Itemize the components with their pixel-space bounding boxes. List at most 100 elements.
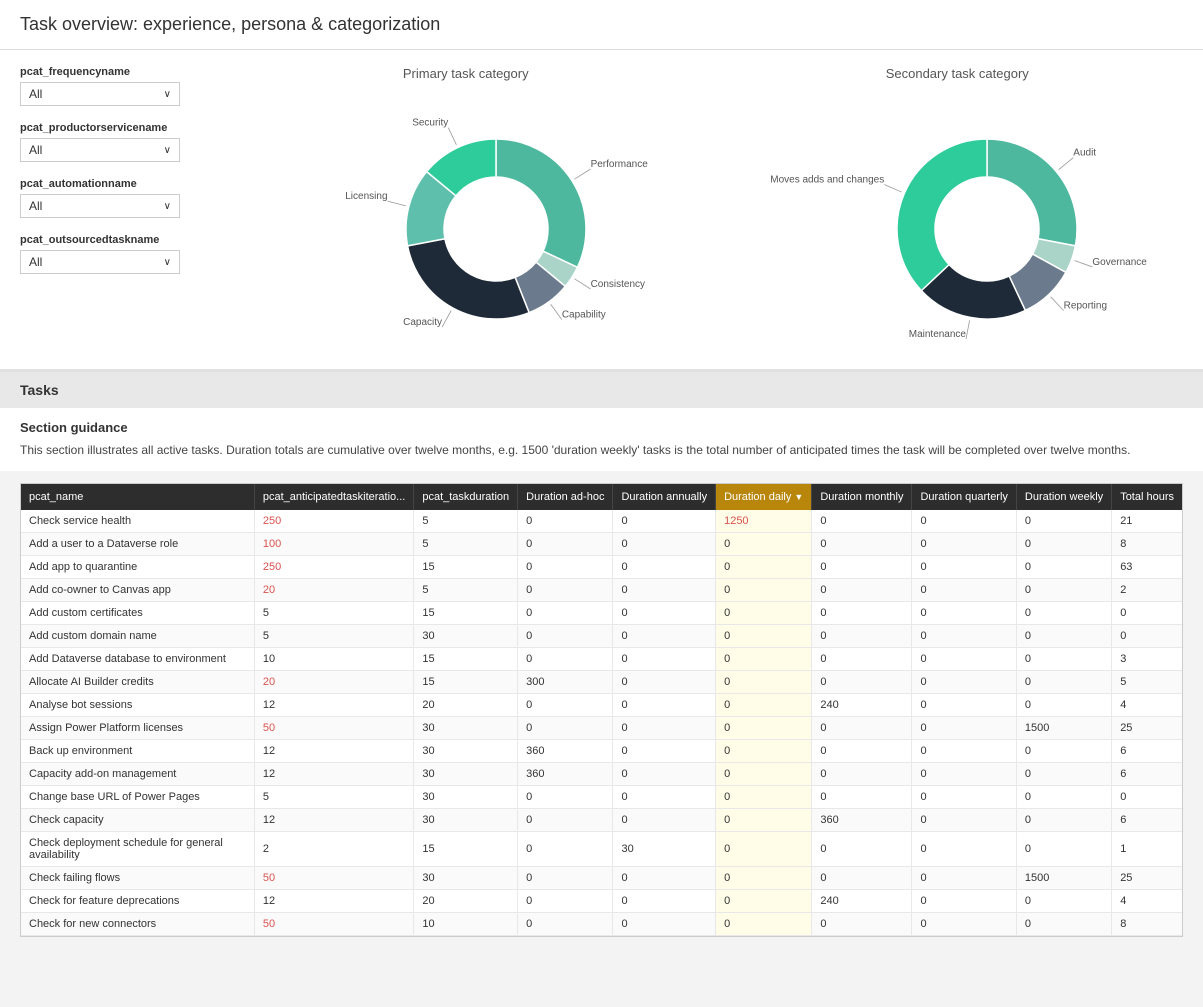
table-cell: 0 xyxy=(716,786,812,809)
table-cell: 12 xyxy=(254,809,413,832)
col-header-pcat_anticipatedtaskiteratio[interactable]: pcat_anticipatedtaskiteratio... xyxy=(254,484,413,510)
table-cell: 0 xyxy=(1016,832,1111,867)
filter-label-pcat_productorservicename: pcat_productorservicename xyxy=(20,122,220,134)
table-cell: 0 xyxy=(518,533,613,556)
table-cell: 0 xyxy=(613,694,716,717)
table-cell: 0 xyxy=(912,740,1016,763)
table-cell: 0 xyxy=(518,890,613,913)
table-cell: 0 xyxy=(1016,579,1111,602)
table-cell: 10 xyxy=(254,648,413,671)
table-cell: 0 xyxy=(1112,625,1182,648)
table-cell: 0 xyxy=(716,809,812,832)
table-cell: 0 xyxy=(518,786,613,809)
table-cell: 30 xyxy=(414,717,518,740)
filter-select-pcat_automationname[interactable]: All∨ xyxy=(20,194,180,218)
filter-select-pcat_outsourcedtaskname[interactable]: All∨ xyxy=(20,250,180,274)
col-header-pcat_taskduration[interactable]: pcat_taskduration xyxy=(414,484,518,510)
table-cell: 10 xyxy=(414,913,518,936)
table-cell: 100 xyxy=(254,533,413,556)
table-cell: 8 xyxy=(1112,913,1182,936)
table-cell: Check for feature deprecations xyxy=(21,890,254,913)
table-cell: 50 xyxy=(254,717,413,740)
charts-area: Primary task category PerformanceConsist… xyxy=(240,66,1183,349)
filter-select-pcat_productorservicename[interactable]: All∨ xyxy=(20,138,180,162)
filter-group-pcat_outsourcedtaskname: pcat_outsourcedtasknameAll∨ xyxy=(20,234,220,274)
table-cell: 0 xyxy=(812,579,912,602)
table-cell: 2 xyxy=(254,832,413,867)
donut-label-3: Capacity xyxy=(403,317,442,328)
table-cell: 0 xyxy=(716,602,812,625)
table-cell: 0 xyxy=(716,533,812,556)
table-cell: Check failing flows xyxy=(21,867,254,890)
table-cell: 3 xyxy=(1112,648,1182,671)
filter-select-pcat_frequencyname[interactable]: All∨ xyxy=(20,82,180,106)
table-cell: 0 xyxy=(613,556,716,579)
table-cell: 30 xyxy=(414,763,518,786)
table-cell: 0 xyxy=(613,648,716,671)
table-cell: 0 xyxy=(812,510,912,533)
table-cell: 0 xyxy=(812,913,912,936)
col-header-duration_monthly[interactable]: Duration monthly xyxy=(812,484,912,510)
table-cell: 0 xyxy=(518,602,613,625)
table-cell: 0 xyxy=(812,671,912,694)
table-cell: 0 xyxy=(1016,694,1111,717)
table-cell: 5 xyxy=(414,579,518,602)
primary-chart-title: Primary task category xyxy=(403,66,529,81)
donut-segment-3 xyxy=(407,239,529,319)
table-cell: Add a user to a Dataverse role xyxy=(21,533,254,556)
col-header-total_hours[interactable]: Total hours xyxy=(1112,484,1182,510)
table-cell: 0 xyxy=(912,786,1016,809)
col-header-duration_quarterly[interactable]: Duration quarterly xyxy=(912,484,1016,510)
table-cell: 0 xyxy=(812,832,912,867)
table-cell: 0 xyxy=(1016,625,1111,648)
donut-label-line-1 xyxy=(574,279,590,289)
table-cell: 0 xyxy=(613,890,716,913)
donut-label-line-3 xyxy=(442,310,451,327)
table-cell: 0 xyxy=(613,740,716,763)
table-cell: 6 xyxy=(1112,809,1182,832)
table-cell: 0 xyxy=(1016,913,1111,936)
table-cell: 0 xyxy=(1016,602,1111,625)
table-cell: 12 xyxy=(254,740,413,763)
guidance-text: This section illustrates all active task… xyxy=(20,441,1183,459)
donut-label-1: Consistency xyxy=(590,279,644,290)
table-cell: 0 xyxy=(1016,671,1111,694)
table-cell: 12 xyxy=(254,763,413,786)
table-cell: Allocate AI Builder credits xyxy=(21,671,254,694)
table-row: Allocate AI Builder credits2015300000005 xyxy=(21,671,1182,694)
table-cell: 0 xyxy=(613,717,716,740)
table-cell: 0 xyxy=(812,867,912,890)
table-cell: 5 xyxy=(254,602,413,625)
table-cell: Add Dataverse database to environment xyxy=(21,648,254,671)
col-header-duration_weekly[interactable]: Duration weekly xyxy=(1016,484,1111,510)
table-cell: Change base URL of Power Pages xyxy=(21,786,254,809)
table-cell: 240 xyxy=(812,890,912,913)
table-cell: Check capacity xyxy=(21,809,254,832)
table-cell: Add custom certificates xyxy=(21,602,254,625)
filter-group-pcat_productorservicename: pcat_productorservicename All∨ xyxy=(20,122,220,162)
col-header-duration_annually[interactable]: Duration annually xyxy=(613,484,716,510)
table-cell: Check deployment schedule for general av… xyxy=(21,832,254,867)
table-cell: 0 xyxy=(716,556,812,579)
donut-label-line-1 xyxy=(1075,261,1093,267)
table-cell: 0 xyxy=(812,556,912,579)
table-cell: 0 xyxy=(716,671,812,694)
donut-label-line-0 xyxy=(1059,158,1074,170)
donut-label-5: Security xyxy=(412,118,448,129)
table-cell: 30 xyxy=(414,786,518,809)
table-cell: 20 xyxy=(254,671,413,694)
col-header-duration_adhoc[interactable]: Duration ad-hoc xyxy=(518,484,613,510)
table-cell: 0 xyxy=(912,832,1016,867)
col-header-duration_daily[interactable]: Duration daily ▼ xyxy=(716,484,812,510)
donut-label-3: Maintenance xyxy=(909,329,967,340)
col-header-pcat_name[interactable]: pcat_name xyxy=(21,484,254,510)
table-cell: 2 xyxy=(1112,579,1182,602)
table-cell: 5 xyxy=(414,533,518,556)
donut-label-2: Reporting xyxy=(1064,301,1107,312)
table-cell: 0 xyxy=(716,913,812,936)
table-cell: 0 xyxy=(1016,648,1111,671)
table-row: Assign Power Platform licenses5030000001… xyxy=(21,717,1182,740)
table-cell: 0 xyxy=(518,694,613,717)
table-cell: 0 xyxy=(1016,556,1111,579)
table-cell: 25 xyxy=(1112,867,1182,890)
